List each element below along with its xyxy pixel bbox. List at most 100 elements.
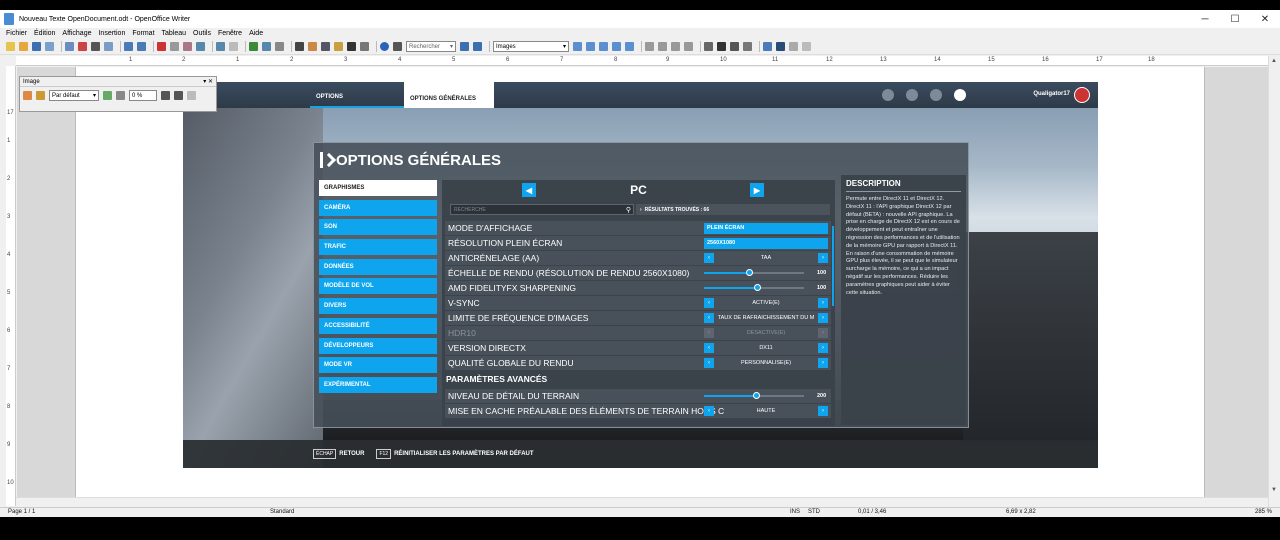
slider-handle[interactable] (746, 269, 753, 276)
email-icon[interactable] (45, 42, 54, 51)
chevron-left-icon[interactable]: ‹ (704, 358, 714, 368)
settings-scrollbar[interactable] (832, 226, 834, 306)
new-document-icon[interactable] (6, 42, 15, 51)
setting-slider[interactable] (704, 268, 804, 279)
chevron-right-icon[interactable]: › (818, 406, 828, 416)
menu-aide[interactable]: Aide (249, 30, 263, 37)
wrap-right-icon[interactable] (625, 42, 634, 51)
category-mode-vr[interactable]: MODE VR (319, 357, 437, 374)
insert-mode[interactable]: INS (790, 509, 800, 515)
transparency-input[interactable]: 0 % (129, 90, 157, 101)
setting-row[interactable]: AMD FIDELITYFX SHARPENING 100 (445, 281, 831, 295)
chevron-left-icon[interactable]: ‹ (704, 253, 714, 263)
scroll-up-icon[interactable]: ▲ (1271, 58, 1277, 64)
chevron-left-icon[interactable]: ‹ (704, 313, 714, 323)
find-next-icon[interactable] (460, 42, 469, 51)
embedded-game-image[interactable]: OPTIONS OPTIONS GÉNÉRALES Qualigator17 O… (183, 82, 1098, 468)
friends-icon[interactable] (906, 89, 918, 101)
find-text-icon[interactable] (393, 42, 402, 51)
align-right-icon[interactable] (671, 42, 680, 51)
tab-general-options[interactable]: OPTIONS GÉNÉRALES (404, 82, 494, 108)
export-pdf-icon[interactable] (78, 42, 87, 51)
slider-track[interactable] (704, 392, 804, 399)
graphics-mode-select[interactable]: Par défaut ▾ (49, 90, 99, 101)
slider-handle[interactable] (754, 284, 761, 291)
category-developpeurs[interactable]: DÉVELOPPEURS (319, 337, 437, 354)
zoom-icon[interactable] (360, 42, 369, 51)
find-replace-icon[interactable] (295, 42, 304, 51)
edit-file-icon[interactable] (65, 42, 74, 51)
filter-icon[interactable] (36, 91, 45, 100)
page-preview-icon[interactable] (104, 42, 113, 51)
notifications-icon[interactable] (954, 89, 966, 101)
page-style[interactable]: Standard (270, 509, 294, 515)
horizontal-ruler[interactable]: 1 2 1 2 3 4 5 6 7 8 9 10 11 12 13 14 15 … (16, 56, 1268, 66)
line-style-icon[interactable] (717, 42, 726, 51)
table-icon[interactable] (262, 42, 271, 51)
category-modele-de-vol[interactable]: MODÈLE DE VOL (319, 278, 437, 295)
paste-icon[interactable] (183, 42, 192, 51)
flip-vertical-icon[interactable] (161, 91, 170, 100)
nonprinting-chars-icon[interactable] (347, 42, 356, 51)
setting-row[interactable]: ÉCHELLE DE RENDU (RÉSOLUTION DE RENDU 25… (445, 266, 831, 280)
menu-outils[interactable]: Outils (193, 30, 211, 37)
data-sources-icon[interactable] (334, 42, 343, 51)
chevron-right-icon[interactable]: › (818, 298, 828, 308)
setting-row[interactable]: QUALITÉ GLOBALE DU RENDU ‹ PERSONNALISÉ(E)… (445, 356, 831, 370)
borders-icon[interactable] (704, 42, 713, 51)
help-icon[interactable] (380, 42, 389, 51)
save-icon[interactable] (32, 42, 41, 51)
scroll-down-icon[interactable]: ▼ (1271, 487, 1277, 493)
crop-icon[interactable] (187, 91, 196, 100)
setting-value-field[interactable]: 2560X1080 (704, 237, 828, 249)
maximize-button[interactable]: ☐ (1220, 10, 1250, 28)
clone-format-icon[interactable] (196, 42, 205, 51)
chevron-right-icon[interactable]: › (818, 253, 828, 263)
cut-icon[interactable] (157, 42, 166, 51)
flip-horizontal-icon[interactable] (174, 91, 183, 100)
navigator-icon[interactable] (308, 42, 317, 51)
close-button[interactable]: ✕ (1250, 10, 1280, 28)
menu-edition[interactable]: Édition (34, 30, 55, 37)
print-icon[interactable] (91, 42, 100, 51)
undo-icon[interactable] (216, 42, 225, 51)
setting-slider[interactable] (704, 391, 804, 402)
setting-row[interactable]: MODE D'AFFICHAGE PLEIN ÉCRAN (445, 221, 831, 235)
chevron-right-icon[interactable]: › (818, 358, 828, 368)
selection-mode[interactable]: STD (808, 509, 820, 515)
category-son[interactable]: SON (319, 219, 437, 236)
horizontal-scrollbar[interactable] (16, 497, 1268, 507)
chevron-left-icon[interactable]: ‹ (704, 298, 714, 308)
find-prev-icon[interactable] (473, 42, 482, 51)
image-toolbar-header[interactable]: Image ▾ ✕ (20, 77, 216, 87)
category-camera[interactable]: CAMÉRA (319, 199, 437, 216)
bring-front-icon[interactable] (763, 42, 772, 51)
back-button[interactable]: RETOUR (339, 451, 364, 457)
menu-affichage[interactable]: Affichage (62, 30, 91, 37)
wrap-optimal-icon[interactable] (599, 42, 608, 51)
tab-options[interactable]: OPTIONS (310, 82, 404, 108)
find-input[interactable]: Rechercher ▾ (406, 41, 456, 52)
wrap-page-icon[interactable] (586, 42, 595, 51)
menu-tableau[interactable]: Tableau (162, 30, 187, 37)
chevron-right-icon[interactable]: › (818, 343, 828, 353)
setting-row[interactable]: MISE EN CACHE PRÉALABLE DES ÉLÉMENTS DE … (445, 404, 831, 418)
setting-row[interactable]: HDR10 ‹ DÉSACTIVÉ(E) › (445, 326, 831, 340)
setting-slider[interactable] (704, 283, 804, 294)
slider-handle[interactable] (753, 392, 760, 399)
transparency-icon[interactable] (116, 91, 125, 100)
setting-row[interactable]: NIVEAU DE DÉTAIL DU TERRAIN 200 (445, 389, 831, 403)
close-icon[interactable]: ▾ ✕ (203, 78, 213, 85)
chevron-left-icon[interactable]: ‹ (704, 343, 714, 353)
menu-fenetre[interactable]: Fenêtre (218, 30, 242, 37)
vertical-ruler[interactable]: 17 1 2 3 4 5 6 7 8 9 10 (6, 66, 16, 506)
platform-prev-button[interactable]: ◀ (522, 183, 536, 197)
insert-image-icon[interactable] (23, 91, 32, 100)
category-experimental[interactable]: EXPÉRIMENTAL (319, 376, 437, 393)
zoom-level[interactable]: 285 % (1255, 509, 1272, 515)
minimize-button[interactable]: ─ (1190, 10, 1220, 28)
wrap-off-icon[interactable] (573, 42, 582, 51)
wrap-left-icon[interactable] (612, 42, 621, 51)
setting-row[interactable]: ANTICRÉNELAGE (AA) ‹ TAA › (445, 251, 831, 265)
category-divers[interactable]: DIVERS (319, 298, 437, 315)
